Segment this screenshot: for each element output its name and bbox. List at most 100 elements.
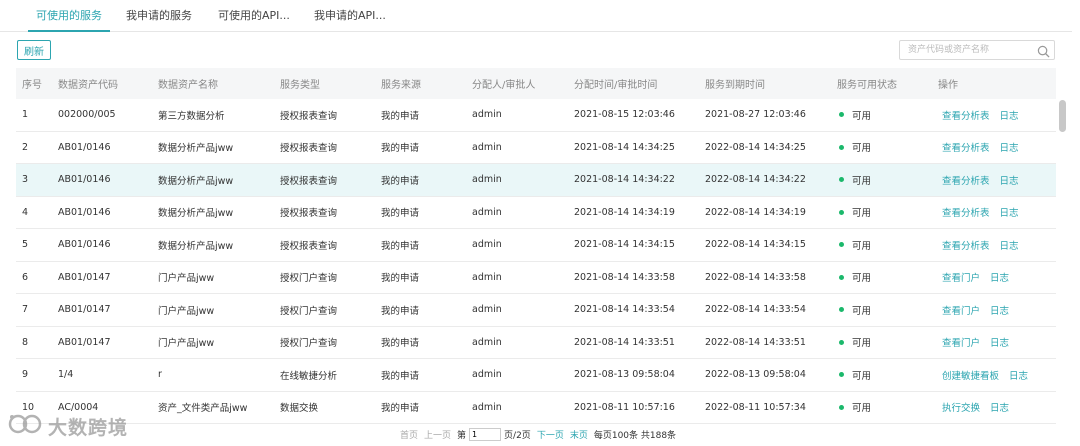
search-input[interactable] xyxy=(900,41,1038,59)
log-link[interactable]: 日志 xyxy=(990,400,1009,414)
table-row[interactable]: 5 AB01/0146 数据分析产品jww 授权报表查询 我的申请 admin 2021-0… xyxy=(16,229,1056,262)
cell-service-source: 我的申请 xyxy=(381,110,420,122)
cell-asset-name: r xyxy=(158,369,162,381)
watermark-logo-icon xyxy=(6,412,44,440)
table-row[interactable]: 3 AB01/0146 数据分析产品jww 授权报表查询 我的申请 admin 2021-0… xyxy=(16,164,1056,197)
table-row[interactable]: 6 AB01/0147 门户产品jww 授权门户查询 我的申请 admin 2021-08-… xyxy=(16,262,1056,294)
next-page-link[interactable]: 下一页 xyxy=(537,428,564,441)
view-action-link[interactable]: 查看分析表 xyxy=(942,205,990,219)
tab-my-applied-services[interactable]: 我申请的服务 xyxy=(126,0,192,31)
cell-status: 可用 xyxy=(839,164,871,196)
table-row[interactable]: 2 AB01/0146 数据分析产品jww 授权报表查询 我的申请 admin 2021-0… xyxy=(16,132,1056,164)
log-link[interactable]: 日志 xyxy=(1000,238,1019,252)
refresh-button[interactable]: 刷新 xyxy=(17,40,51,60)
search-icon[interactable] xyxy=(1037,43,1050,62)
header-assign-time: 分配时间/审批时间 xyxy=(574,80,658,91)
table-row[interactable]: 9 1/4 r 在线敏捷分析 我的申请 admin 2021-08-13 09:58:04 2… xyxy=(16,359,1056,392)
tab-bar: 可使用的服务 我申请的服务 可使用的API... 我申请的API... xyxy=(0,0,1072,32)
cell-index: 8 xyxy=(22,336,29,348)
view-action-link[interactable]: 查看分析表 xyxy=(942,108,990,122)
cell-assignee: admin xyxy=(472,304,502,316)
view-action-link[interactable]: 查看门户 xyxy=(942,303,980,317)
view-action-link[interactable]: 查看分析表 xyxy=(942,140,990,154)
log-link[interactable]: 日志 xyxy=(1000,173,1019,187)
page-number-input[interactable] xyxy=(469,428,502,441)
pagination: 首页 上一页 第 页/2页 下一页 末页 每页100条 共188条 xyxy=(400,428,676,441)
cell-actions: 执行交换 日志 xyxy=(942,392,1019,424)
cell-assignee: admin xyxy=(472,271,502,283)
cell-index: 1 xyxy=(22,109,29,121)
cell-assign-time: 2021-08-14 14:33:51 xyxy=(574,336,675,348)
view-action-link[interactable]: 执行交换 xyxy=(942,400,980,414)
cell-service-source: 我的申请 xyxy=(381,305,420,317)
cell-assignee: admin xyxy=(472,141,502,153)
cell-service-type: 授权报表查询 xyxy=(280,175,338,187)
tab-my-applied-apis[interactable]: 我申请的API... xyxy=(314,0,386,31)
cell-service-type: 授权报表查询 xyxy=(280,110,338,122)
cell-asset-name: 门户产品jww xyxy=(158,338,215,350)
view-action-link[interactable]: 查看门户 xyxy=(942,335,980,349)
cell-assignee: admin xyxy=(472,369,502,381)
cell-assignee: admin xyxy=(472,239,502,251)
log-link[interactable]: 日志 xyxy=(990,335,1009,349)
status-dot-icon xyxy=(839,144,844,150)
cell-status: 可用 xyxy=(839,99,871,131)
cell-actions: 查看分析表 日志 xyxy=(942,197,1029,229)
cell-actions: 创建敏捷看板 日志 xyxy=(942,359,1038,391)
table-row[interactable]: 4 AB01/0146 数据分析产品jww 授权报表查询 我的申请 admin 2021-0… xyxy=(16,197,1056,229)
cell-status: 可用 xyxy=(839,229,871,261)
cell-index: 5 xyxy=(22,239,29,251)
status-dot-icon xyxy=(839,404,844,410)
tab-available-apis[interactable]: 可使用的API... xyxy=(218,0,290,31)
cell-asset-code: AB01/0147 xyxy=(58,271,111,283)
cell-expire-time: 2022-08-14 14:34:25 xyxy=(705,141,806,153)
log-link[interactable]: 日志 xyxy=(990,303,1009,317)
log-link[interactable]: 日志 xyxy=(1000,205,1019,219)
cell-assignee: admin xyxy=(472,174,502,186)
log-link[interactable]: 日志 xyxy=(1000,140,1019,154)
cell-actions: 查看分析表 日志 xyxy=(942,164,1029,196)
status-text: 可用 xyxy=(852,370,872,382)
cell-service-source: 我的申请 xyxy=(381,273,420,285)
cell-service-source: 我的申请 xyxy=(381,240,420,252)
table-row[interactable]: 1 002000/005 第三方数据分析 授权报表查询 我的申请 admin 2021-08… xyxy=(16,99,1056,132)
last-page-link[interactable]: 末页 xyxy=(570,428,588,441)
page-prefix: 第 xyxy=(457,431,467,441)
view-action-link[interactable]: 创建敏捷看板 xyxy=(942,368,999,382)
view-action-link[interactable]: 查看分析表 xyxy=(942,238,990,252)
cell-asset-code: 002000/005 xyxy=(58,109,116,121)
status-dot-icon xyxy=(839,177,844,183)
first-page-link[interactable]: 首页 xyxy=(400,428,418,441)
cell-asset-name: 数据分析产品jww xyxy=(158,143,234,155)
cell-asset-name: 门户产品jww xyxy=(158,273,215,285)
cell-service-source: 我的申请 xyxy=(381,370,420,382)
view-action-link[interactable]: 查看门户 xyxy=(942,270,980,284)
header-index: 序号 xyxy=(22,80,42,91)
cell-expire-time: 2022-08-14 14:34:15 xyxy=(705,239,806,251)
header-assignee: 分配人/审批人 xyxy=(472,80,536,91)
cell-assignee: admin xyxy=(472,109,502,121)
log-link[interactable]: 日志 xyxy=(1009,368,1028,382)
cell-service-type: 数据交换 xyxy=(280,403,319,415)
watermark: 大数跨境 xyxy=(6,412,128,440)
cell-expire-time: 2022-08-14 14:33:54 xyxy=(705,304,806,316)
table-row[interactable]: 10 AC/0004 资产_文件类产品jww 数据交换 我的申请 admin 2021-08… xyxy=(16,392,1056,424)
vertical-scrollbar-thumb[interactable] xyxy=(1059,100,1066,132)
log-link[interactable]: 日志 xyxy=(990,270,1009,284)
cell-asset-code: AB01/0146 xyxy=(58,141,111,153)
cell-service-type: 授权门户查询 xyxy=(280,305,338,317)
view-action-link[interactable]: 查看分析表 xyxy=(942,173,990,187)
log-link[interactable]: 日志 xyxy=(1000,108,1019,122)
cell-expire-time: 2022-08-14 14:34:19 xyxy=(705,206,806,218)
cell-asset-code: AB01/0146 xyxy=(58,174,111,186)
cell-index: 2 xyxy=(22,141,29,153)
table-row[interactable]: 8 AB01/0147 门户产品jww 授权门户查询 我的申请 admin 2021-08-… xyxy=(16,327,1056,359)
table-row[interactable]: 7 AB01/0147 门户产品jww 授权门户查询 我的申请 admin 2021-08-… xyxy=(16,294,1056,327)
cell-status: 可用 xyxy=(839,392,871,424)
status-text: 可用 xyxy=(852,273,872,285)
status-text: 可用 xyxy=(852,143,872,155)
prev-page-link[interactable]: 上一页 xyxy=(424,428,451,441)
tab-available-services[interactable]: 可使用的服务 xyxy=(28,0,110,32)
status-text: 可用 xyxy=(852,403,872,415)
cell-expire-time: 2021-08-27 12:03:46 xyxy=(705,109,806,121)
